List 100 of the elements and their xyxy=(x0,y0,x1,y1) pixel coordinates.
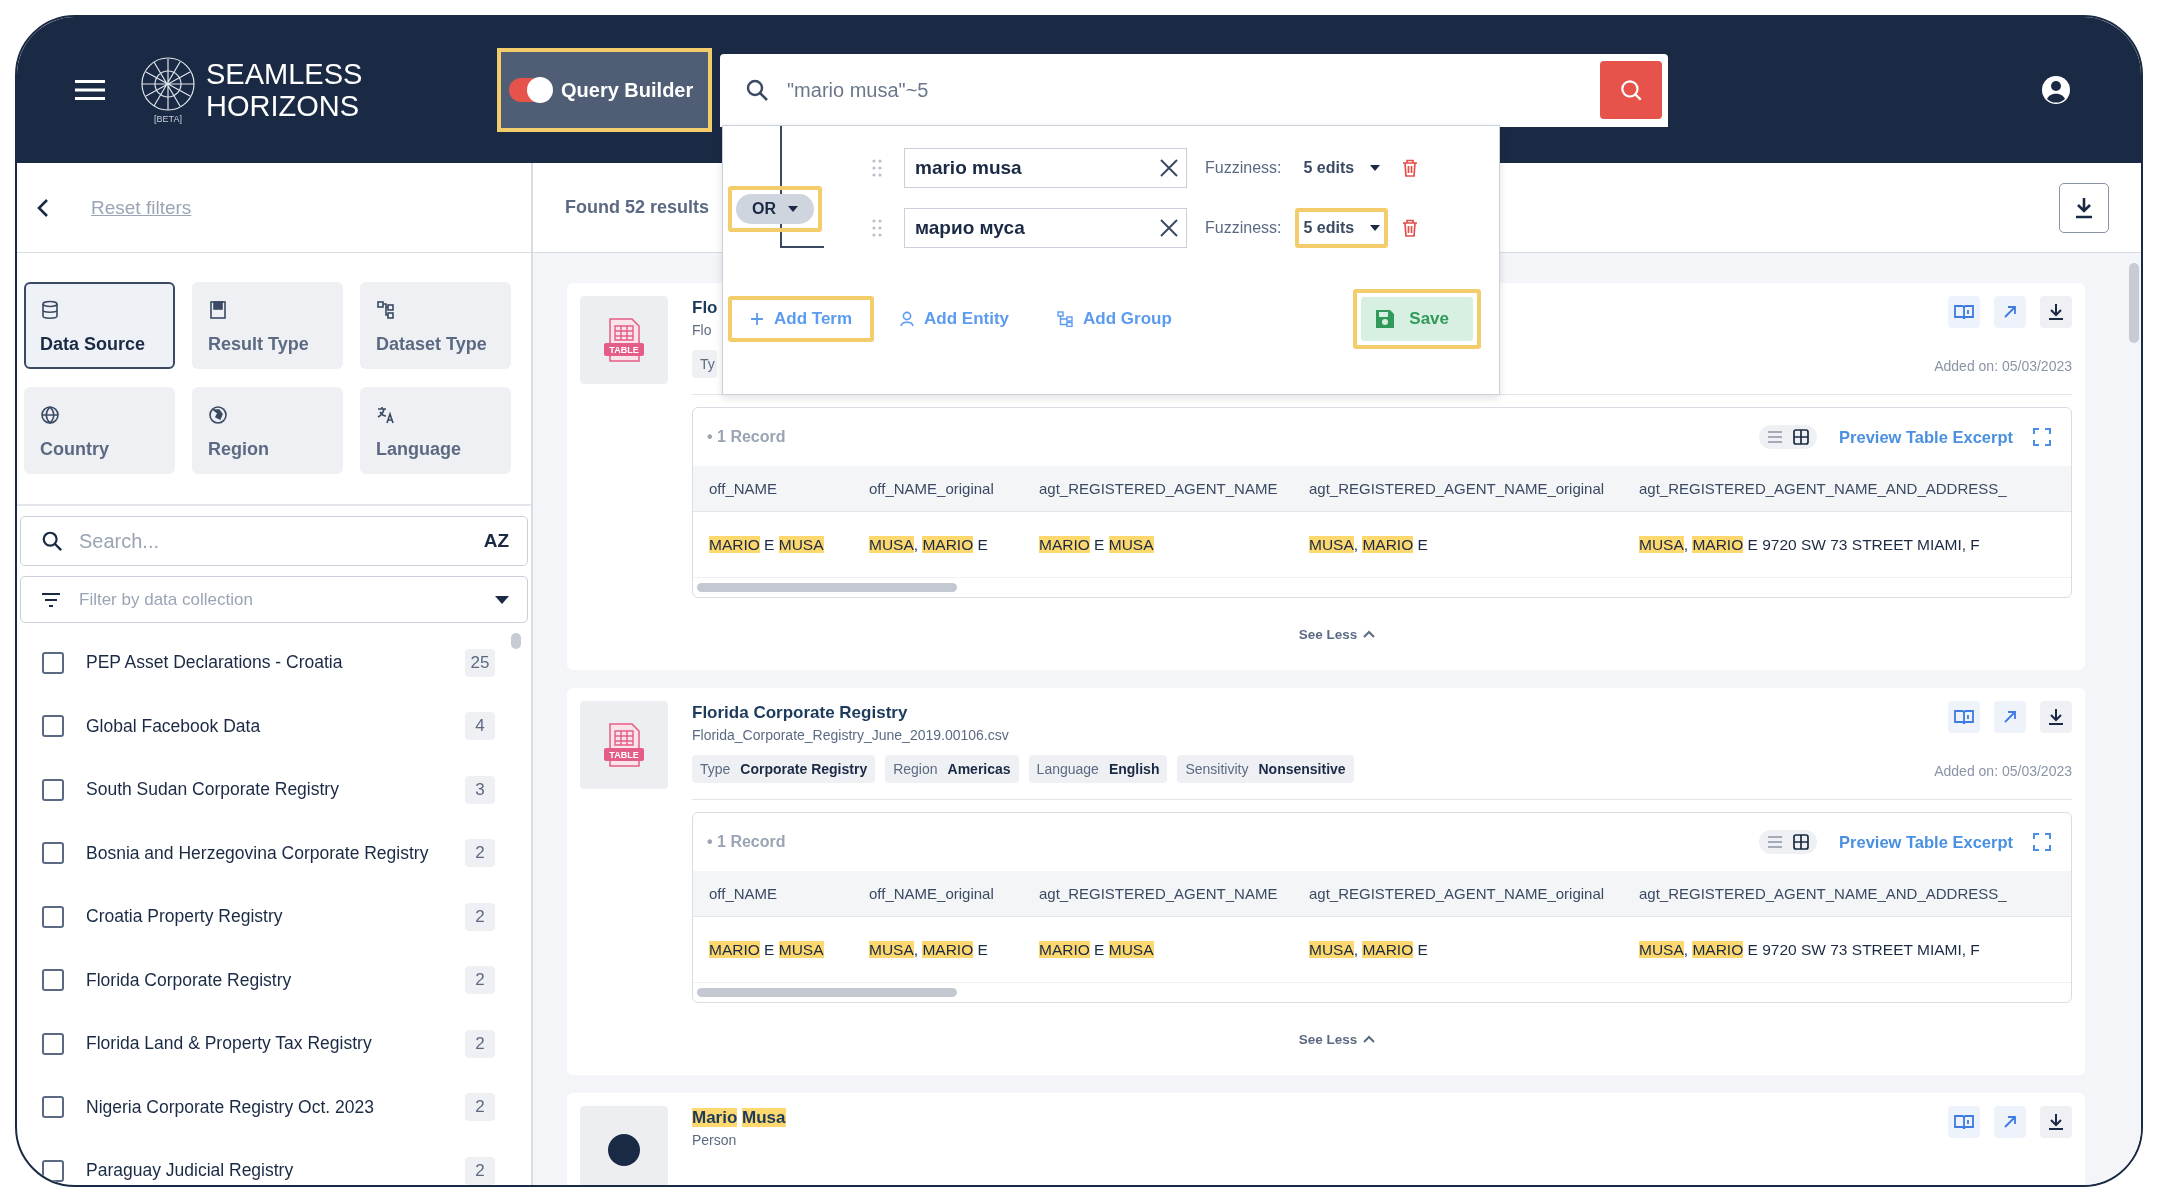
added-date: Added on: 05/03/2023 xyxy=(1934,763,2072,779)
save-icon xyxy=(1375,309,1396,329)
term-field[interactable]: mario musa xyxy=(904,147,1187,188)
search-field[interactable]: "mario musa"~5 xyxy=(720,53,1668,127)
toggle-switch[interactable] xyxy=(509,78,551,102)
column-header: off_NAME_original xyxy=(869,480,995,497)
caret-icon xyxy=(1370,224,1381,231)
record-count: • 1 Record xyxy=(707,428,787,446)
trash-icon[interactable] xyxy=(1402,218,1419,237)
tag: Ty xyxy=(692,350,717,378)
filter-tile[interactable]: Language xyxy=(360,387,511,474)
collection-name[interactable]: Nigeria Corporate Registry Oct. 2023 xyxy=(86,1096,465,1118)
scrollbar-thumb[interactable] xyxy=(697,583,957,592)
collection-name[interactable]: Florida Corporate Registry xyxy=(86,969,465,991)
checkbox[interactable] xyxy=(42,778,64,801)
clear-icon[interactable] xyxy=(1160,158,1178,177)
book-icon xyxy=(1954,709,1974,725)
download-button[interactable] xyxy=(2059,182,2109,233)
search-field[interactable]: Search... AZ xyxy=(20,516,528,566)
checkbox[interactable] xyxy=(42,651,64,674)
see-less-button[interactable]: See Less xyxy=(1298,1003,1376,1075)
operator-dropdown[interactable]: OR xyxy=(736,193,814,224)
view-toggle[interactable] xyxy=(1759,830,1818,854)
result-subtitle: Flo xyxy=(692,322,712,338)
column-header: off_NAME xyxy=(709,885,779,902)
search-icon xyxy=(745,78,769,102)
count-badge: 3 xyxy=(465,775,495,804)
collection-name[interactable]: Paraguay Judicial Registry xyxy=(86,1160,465,1182)
scrollbar-thumb[interactable] xyxy=(2129,263,2139,343)
grid-view-icon[interactable] xyxy=(1793,834,1810,850)
scrollbar-thumb[interactable] xyxy=(511,633,521,649)
term-field[interactable]: марио муса xyxy=(904,207,1187,248)
sort-icon[interactable]: AZ xyxy=(483,530,509,552)
clear-icon[interactable] xyxy=(1160,218,1178,237)
filter-tile[interactable]: Dataset Type xyxy=(360,282,511,369)
download-icon xyxy=(2048,303,2064,321)
arrow-icon xyxy=(2003,1115,2017,1129)
table-cell-text: MARIO E MUSA xyxy=(1039,940,1155,959)
filter-tile[interactable]: Data Source xyxy=(24,282,175,369)
grid-view-icon[interactable] xyxy=(1793,429,1810,445)
expand-icon[interactable] xyxy=(2033,428,2051,446)
table-cell-text: MUSA, MARIO E xyxy=(1309,535,1429,554)
fuzziness-dropdown[interactable]: 5 edits xyxy=(1303,155,1381,180)
checkbox[interactable] xyxy=(42,715,64,738)
collection-name[interactable]: South Sudan Corporate Registry xyxy=(86,779,465,801)
checkbox[interactable] xyxy=(42,969,64,992)
drag-handle-icon[interactable] xyxy=(872,218,882,237)
arrow-icon xyxy=(2003,305,2017,319)
checkbox[interactable] xyxy=(42,905,64,928)
table-cell-text: MARIO E MUSA xyxy=(709,940,825,959)
beta-label: [BETA] xyxy=(154,114,182,124)
collection-name[interactable]: PEP Asset Declarations - Croatia xyxy=(86,652,465,674)
checkbox[interactable] xyxy=(42,1159,64,1182)
filter-tile[interactable]: Region xyxy=(192,387,343,474)
record-count: • 1 Record xyxy=(707,833,787,851)
count-badge: 25 xyxy=(465,648,495,677)
trash-icon[interactable] xyxy=(1402,158,1419,177)
column-header: agt_REGISTERED_AGENT_NAME_original xyxy=(1309,480,1606,497)
column-header: agt_REGISTERED_AGENT_NAME xyxy=(1039,480,1279,497)
filter-tile[interactable]: Country xyxy=(24,387,175,474)
query-builder-toggle[interactable]: Query Builder xyxy=(497,48,712,132)
book-button[interactable] xyxy=(1948,701,1980,733)
checkbox[interactable] xyxy=(42,1096,64,1119)
back-icon[interactable] xyxy=(37,197,49,218)
table-cell-text: MUSA, MARIO E 9720 SW 73 STREET MIAMI, F xyxy=(1639,940,1981,959)
collection-name[interactable]: Global Facebook Data xyxy=(86,715,465,737)
table-cell-text: MUSA, MARIO E xyxy=(1309,940,1429,959)
scrollbar-thumb[interactable] xyxy=(697,988,957,997)
book-button[interactable] xyxy=(1948,296,1980,328)
open-button[interactable] xyxy=(1994,701,2026,733)
result-title[interactable]: Mario Musa xyxy=(692,1108,786,1128)
collection-name[interactable]: Bosnia and Herzegovina Corporate Registry xyxy=(86,842,465,864)
checkbox[interactable] xyxy=(42,842,64,865)
result-title[interactable]: Flo xyxy=(692,298,718,318)
collection-name[interactable]: Croatia Property Registry xyxy=(86,906,465,928)
result-title[interactable]: Florida Corporate Registry xyxy=(692,703,908,723)
caret-icon xyxy=(788,205,798,212)
tag: Sensitivity Nonsensitive xyxy=(1177,755,1354,783)
menu-icon[interactable] xyxy=(75,79,105,101)
user-icon[interactable] xyxy=(2041,75,2071,105)
book-button[interactable] xyxy=(1948,1106,1980,1138)
download-icon xyxy=(2048,1113,2064,1131)
collection-name[interactable]: Florida Land & Property Tax Registry xyxy=(86,1033,465,1055)
count-badge: 4 xyxy=(465,712,495,741)
download-button[interactable] xyxy=(2040,296,2072,328)
fuzziness-dropdown[interactable]: 5 edits xyxy=(1303,215,1381,240)
count-badge: 2 xyxy=(465,902,495,931)
tag: Type Corporate Registry xyxy=(692,755,876,783)
result-subtitle: Person xyxy=(692,1132,737,1148)
drag-handle-icon[interactable] xyxy=(872,158,882,177)
expand-icon[interactable] xyxy=(2033,833,2051,851)
search-button[interactable] xyxy=(1600,61,1662,119)
open-button[interactable] xyxy=(1994,1106,2026,1138)
checkbox[interactable] xyxy=(42,1032,64,1055)
download-button[interactable] xyxy=(2040,1106,2072,1138)
download-button[interactable] xyxy=(2040,701,2072,733)
open-button[interactable] xyxy=(1994,296,2026,328)
view-toggle[interactable] xyxy=(1759,425,1818,449)
filter-tile[interactable]: Result Type xyxy=(192,282,343,369)
see-less-button[interactable]: See Less xyxy=(1298,598,1376,670)
